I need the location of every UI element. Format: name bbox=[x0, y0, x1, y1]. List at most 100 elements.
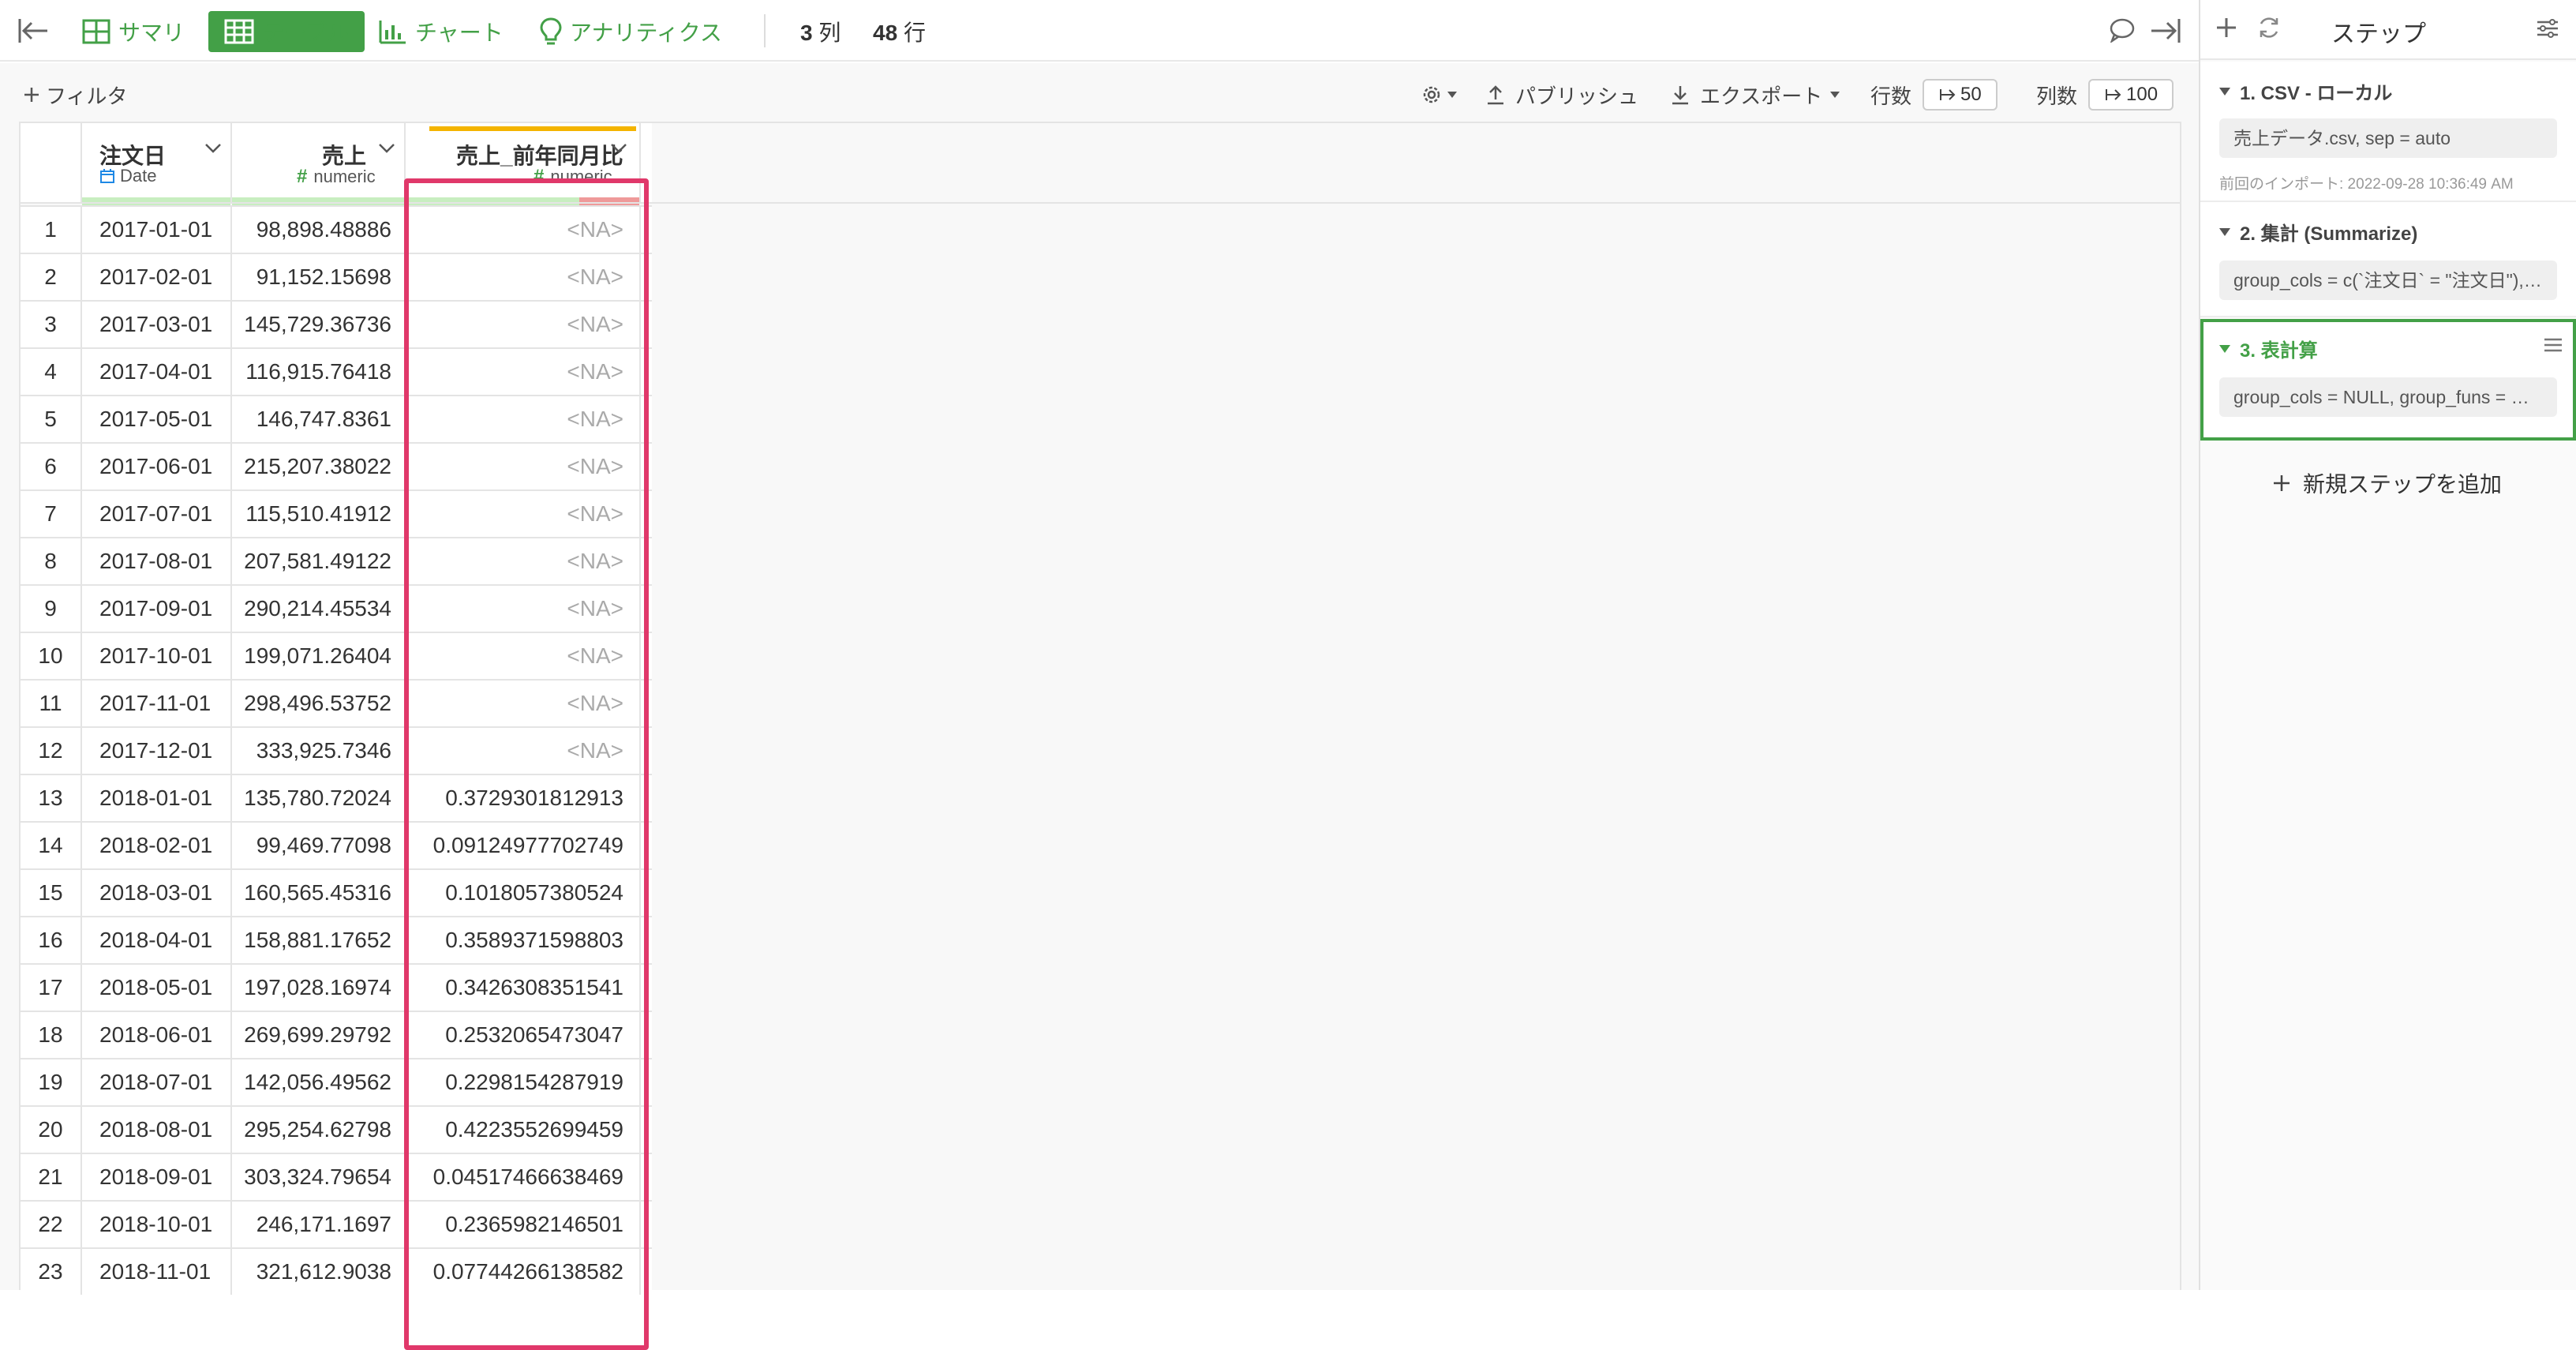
sales-cell[interactable]: 215,207.38022 bbox=[232, 444, 406, 489]
export-button[interactable]: エクスポート bbox=[1670, 79, 1841, 111]
chevron-down-icon[interactable] bbox=[377, 142, 396, 155]
order-date-cell[interactable]: 2017-10-01 bbox=[82, 633, 232, 679]
sales-yoy-cell[interactable]: <NA> bbox=[406, 681, 641, 726]
tab-analytics[interactable]: アナリティクス bbox=[540, 11, 722, 52]
chevron-down-icon[interactable] bbox=[609, 142, 628, 155]
publish-button[interactable]: パブリッシュ bbox=[1485, 79, 1638, 111]
collapse-left-icon[interactable] bbox=[17, 17, 49, 44]
sales-cell[interactable]: 142,056.49562 bbox=[232, 1059, 406, 1105]
order-date-cell[interactable]: 2017-06-01 bbox=[82, 444, 232, 489]
step-command[interactable]: group_cols = NULL, group_funs = … bbox=[2219, 377, 2557, 417]
sales-yoy-cell[interactable]: <NA> bbox=[406, 633, 641, 679]
order-date-cell[interactable]: 2018-08-01 bbox=[82, 1107, 232, 1153]
sales-yoy-cell[interactable]: 0.07744266138582 bbox=[406, 1249, 641, 1295]
order-date-cell[interactable]: 2017-09-01 bbox=[82, 586, 232, 632]
step-command[interactable]: group_cols = c(`注文日` = "注文日"),… bbox=[2219, 261, 2557, 300]
step-csv-local[interactable]: 1. CSV - ローカル 売上データ.csv, sep = auto 前回のイ… bbox=[2200, 62, 2576, 202]
sales-yoy-cell[interactable]: <NA> bbox=[406, 207, 641, 253]
settings-sliders-icon[interactable] bbox=[2535, 17, 2560, 39]
sales-yoy-cell[interactable]: 0.3589371598803 bbox=[406, 917, 641, 963]
sales-yoy-cell[interactable]: 0.3426308351541 bbox=[406, 965, 641, 1011]
sales-yoy-cell[interactable]: <NA> bbox=[406, 349, 641, 395]
sales-cell[interactable]: 269,699.29792 bbox=[232, 1012, 406, 1058]
sales-cell[interactable]: 91,152.15698 bbox=[232, 254, 406, 300]
sales-yoy-cell[interactable]: 0.09124977702749 bbox=[406, 823, 641, 868]
sales-cell[interactable]: 98,898.48886 bbox=[232, 207, 406, 253]
step-summarize[interactable]: 2. 集計 (Summarize) group_cols = c(`注文日` =… bbox=[2200, 202, 2576, 317]
sales-cell[interactable]: 199,071.26404 bbox=[232, 633, 406, 679]
order-date-cell[interactable]: 2018-10-01 bbox=[82, 1202, 232, 1247]
menu-icon[interactable] bbox=[2543, 336, 2563, 354]
sales-yoy-cell[interactable]: 0.04517466638469 bbox=[406, 1154, 641, 1200]
collapse-right-icon[interactable] bbox=[2150, 17, 2181, 44]
order-date-cell[interactable]: 2018-11-01 bbox=[82, 1249, 232, 1295]
sales-yoy-cell[interactable]: 0.2365982146501 bbox=[406, 1202, 641, 1247]
sales-yoy-cell[interactable]: 0.3729301812913 bbox=[406, 775, 641, 821]
chevron-down-icon[interactable] bbox=[204, 142, 223, 155]
step-table-calc[interactable]: 3. 表計算 group_cols = NULL, group_funs = … bbox=[2200, 319, 2576, 441]
order-date-cell[interactable]: 2017-05-01 bbox=[82, 396, 232, 442]
column-header-sales[interactable]: 売上 # numeric bbox=[232, 123, 406, 205]
sales-cell[interactable]: 246,171.1697 bbox=[232, 1202, 406, 1247]
order-date-cell[interactable]: 2018-02-01 bbox=[82, 823, 232, 868]
sales-yoy-cell[interactable]: <NA> bbox=[406, 728, 641, 774]
sales-cell[interactable]: 99,469.77098 bbox=[232, 823, 406, 868]
order-date-cell[interactable]: 2017-02-01 bbox=[82, 254, 232, 300]
order-date-cell[interactable]: 2017-03-01 bbox=[82, 302, 232, 347]
sales-yoy-cell[interactable]: <NA> bbox=[406, 586, 641, 632]
sales-cell[interactable]: 145,729.36736 bbox=[232, 302, 406, 347]
tab-table[interactable]: テーブル bbox=[208, 11, 365, 52]
refresh-icon[interactable] bbox=[2256, 14, 2282, 41]
sales-yoy-cell[interactable]: <NA> bbox=[406, 396, 641, 442]
add-icon[interactable] bbox=[2215, 16, 2238, 39]
sales-cell[interactable]: 290,214.45534 bbox=[232, 586, 406, 632]
order-date-cell[interactable]: 2017-07-01 bbox=[82, 491, 232, 537]
order-date-cell[interactable]: 2017-08-01 bbox=[82, 538, 232, 584]
order-date-cell[interactable]: 2017-01-01 bbox=[82, 207, 232, 253]
order-date-cell[interactable]: 2017-04-01 bbox=[82, 349, 232, 395]
sales-yoy-cell[interactable]: 0.1018057380524 bbox=[406, 870, 641, 916]
order-date-cell[interactable]: 2018-04-01 bbox=[82, 917, 232, 963]
tab-chart[interactable]: チャート bbox=[379, 11, 504, 52]
sales-yoy-cell[interactable]: <NA> bbox=[406, 538, 641, 584]
sales-yoy-cell[interactable]: 0.2298154287919 bbox=[406, 1059, 641, 1105]
sales-cell[interactable]: 146,747.8361 bbox=[232, 396, 406, 442]
cols-limit-input[interactable]: 100 bbox=[2088, 79, 2174, 111]
order-date-cell[interactable]: 2018-06-01 bbox=[82, 1012, 232, 1058]
sales-yoy-cell[interactable]: <NA> bbox=[406, 254, 641, 300]
sales-cell[interactable]: 135,780.72024 bbox=[232, 775, 406, 821]
order-date-cell[interactable]: 2018-01-01 bbox=[82, 775, 232, 821]
sales-cell[interactable]: 298,496.53752 bbox=[232, 681, 406, 726]
order-date-cell[interactable]: 2018-05-01 bbox=[82, 965, 232, 1011]
order-date-cell[interactable]: 2018-07-01 bbox=[82, 1059, 232, 1105]
sales-cell[interactable]: 158,881.17652 bbox=[232, 917, 406, 963]
sales-yoy-cell[interactable]: <NA> bbox=[406, 444, 641, 489]
add-filter-button[interactable]: フィルタ bbox=[22, 79, 127, 111]
sales-cell[interactable]: 116,915.76418 bbox=[232, 349, 406, 395]
rows-limit-input[interactable]: 50 bbox=[1923, 79, 1998, 111]
sales-cell[interactable]: 207,581.49122 bbox=[232, 538, 406, 584]
sales-cell[interactable]: 115,510.41912 bbox=[232, 491, 406, 537]
table-settings-button[interactable] bbox=[1421, 79, 1458, 111]
order-date-cell[interactable]: 2017-12-01 bbox=[82, 728, 232, 774]
sales-yoy-cell[interactable]: 0.2532065473047 bbox=[406, 1012, 641, 1058]
order-date-cell[interactable]: 2018-09-01 bbox=[82, 1154, 232, 1200]
sales-yoy-cell[interactable]: <NA> bbox=[406, 302, 641, 347]
comment-icon[interactable] bbox=[2109, 17, 2136, 43]
column-header-sales-yoy[interactable]: 売上_前年同月比 # numeric bbox=[406, 123, 641, 205]
sales-cell[interactable]: 303,324.79654 bbox=[232, 1154, 406, 1200]
order-date-cell[interactable]: 2018-03-01 bbox=[82, 870, 232, 916]
sales-cell[interactable]: 333,925.7346 bbox=[232, 728, 406, 774]
sales-cell[interactable]: 321,612.9038 bbox=[232, 1249, 406, 1295]
caret-down-icon bbox=[1447, 92, 1457, 98]
sales-cell[interactable]: 197,028.16974 bbox=[232, 965, 406, 1011]
sales-cell[interactable]: 295,254.62798 bbox=[232, 1107, 406, 1153]
tab-summary[interactable]: サマリ bbox=[82, 11, 185, 52]
sales-yoy-cell[interactable]: <NA> bbox=[406, 491, 641, 537]
order-date-cell[interactable]: 2017-11-01 bbox=[82, 681, 232, 726]
step-command[interactable]: 売上データ.csv, sep = auto bbox=[2219, 118, 2557, 158]
sales-yoy-cell[interactable]: 0.4223552699459 bbox=[406, 1107, 641, 1153]
sales-cell[interactable]: 160,565.45316 bbox=[232, 870, 406, 916]
add-new-step-button[interactable]: 新規ステップを追加 bbox=[2271, 467, 2502, 499]
column-header-order-date[interactable]: 注文日 Date bbox=[82, 123, 232, 205]
